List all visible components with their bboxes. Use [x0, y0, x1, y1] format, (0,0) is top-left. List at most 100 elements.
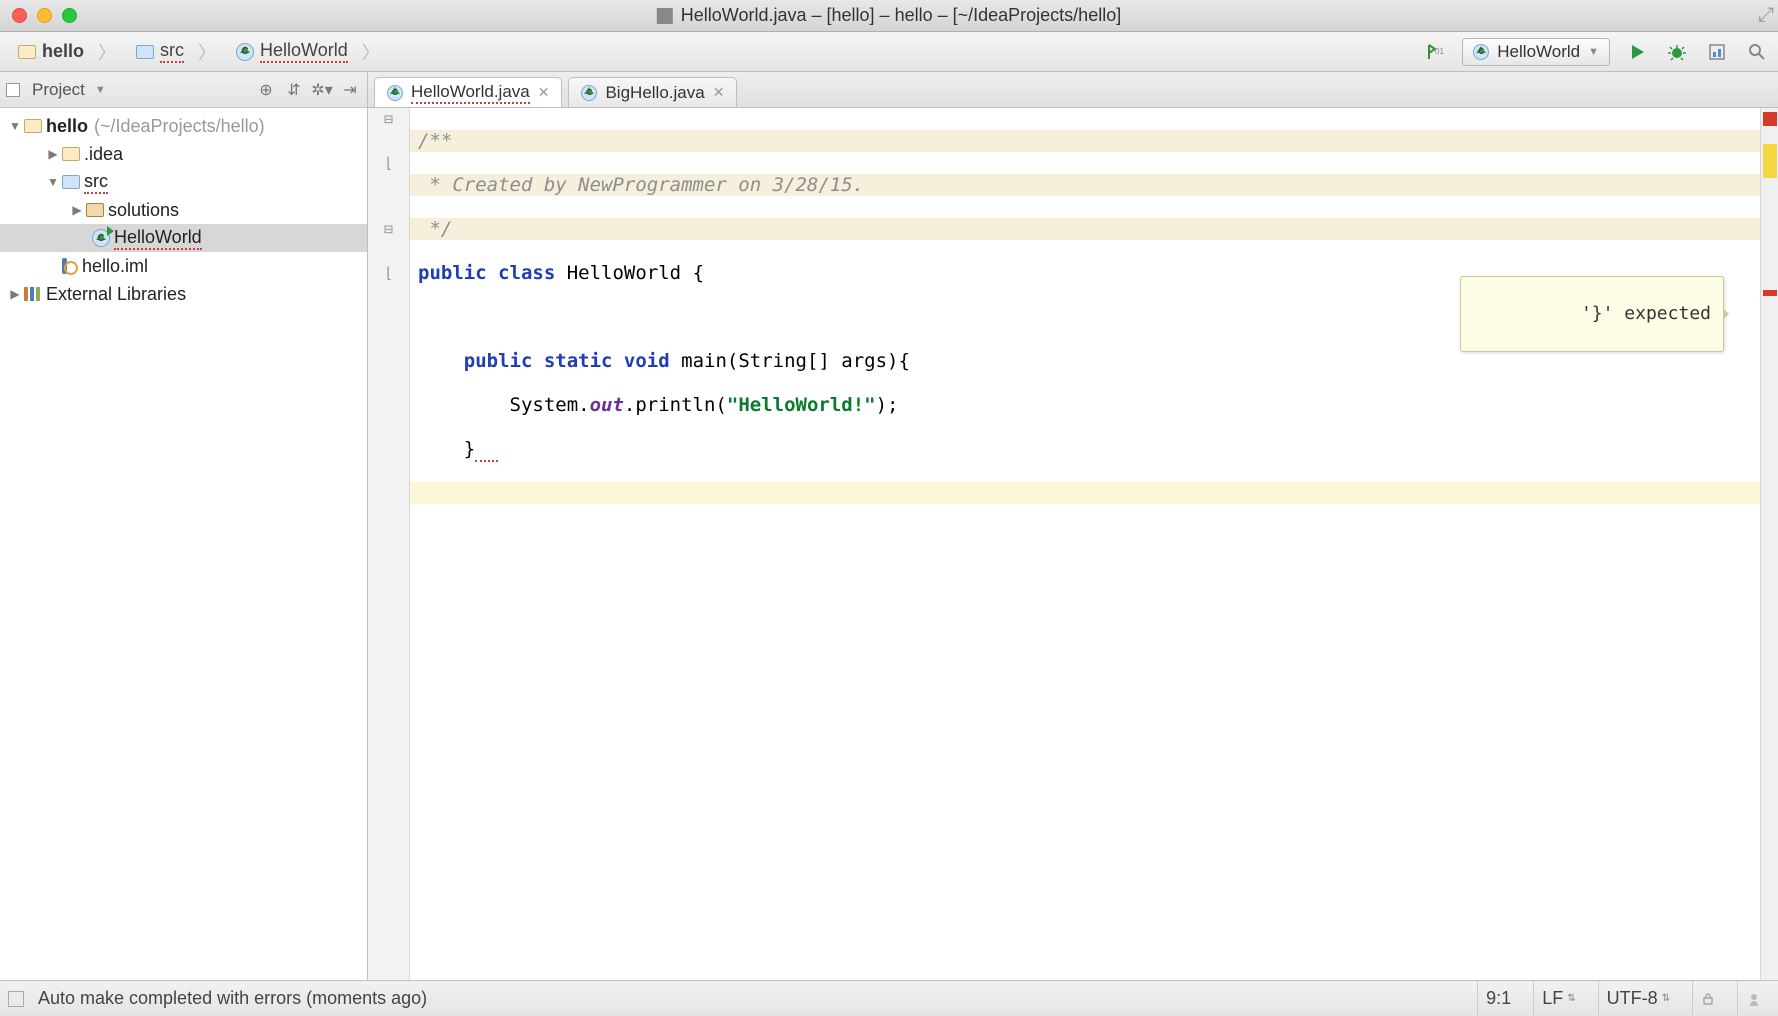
- code-text: .println(: [624, 394, 727, 416]
- tab-label: BigHello.java: [605, 83, 704, 103]
- breadcrumb-label: src: [160, 40, 184, 63]
- encoding-selector[interactable]: UTF-8⇅: [1598, 981, 1678, 1016]
- fold-toggle-icon[interactable]: ⊟: [368, 220, 409, 238]
- expand-toggle-icon[interactable]: ▶: [6, 287, 24, 301]
- breadcrumb-label: hello: [42, 41, 84, 62]
- error-tooltip: '}' expected: [1460, 276, 1724, 352]
- chevron-down-icon[interactable]: ▼: [95, 84, 106, 96]
- warning-marker[interactable]: [1763, 144, 1777, 178]
- project-tool-header: Project ▼ ⊕ ⇵ ✲▾ ⇥: [0, 72, 367, 108]
- run-configuration-selector[interactable]: C HelloWorld ▼: [1462, 38, 1610, 66]
- code-keyword: public static void: [464, 350, 670, 372]
- tree-solutions-folder[interactable]: ▶ solutions: [0, 196, 367, 224]
- code-text: /**: [418, 130, 452, 152]
- minimize-window-button[interactable]: [37, 8, 52, 23]
- code-brace: }: [464, 438, 475, 460]
- breadcrumb-class[interactable]: C HelloWorld: [226, 39, 390, 65]
- expand-toggle-icon[interactable]: ▼: [44, 175, 62, 189]
- breadcrumb-module[interactable]: hello: [8, 39, 126, 65]
- document-icon: [657, 8, 673, 24]
- line-separator-selector[interactable]: LF⇅: [1533, 981, 1583, 1016]
- tree-label: External Libraries: [46, 284, 186, 305]
- project-tree[interactable]: ▼ hello (~/IdeaProjects/hello) ▶ .idea ▼…: [0, 108, 367, 980]
- readonly-toggle-icon[interactable]: [1692, 981, 1723, 1016]
- fold-end-icon[interactable]: ⌊: [368, 264, 409, 282]
- tree-label: hello.iml: [82, 256, 148, 277]
- java-runnable-class-icon: C: [92, 229, 110, 247]
- editor-body: ⊟ ⌊ ⊟ ⌊ /** * Created by NewProgrammer o…: [368, 108, 1778, 980]
- breadcrumb: hello src C HelloWorld: [8, 39, 390, 65]
- status-message: Auto make completed with errors (moments…: [38, 988, 1463, 1009]
- make-project-button[interactable]: 01: [1422, 39, 1448, 65]
- iml-file-icon: [62, 258, 78, 274]
- run-toolbar: 01 C HelloWorld ▼: [1422, 38, 1770, 66]
- main-area: Project ▼ ⊕ ⇵ ✲▾ ⇥ ▼ hello (~/IdeaProjec…: [0, 72, 1778, 980]
- code-keyword: public class: [418, 262, 555, 284]
- package-icon: [86, 203, 104, 217]
- search-everywhere-button[interactable]: [1744, 39, 1770, 65]
- fold-toggle-icon[interactable]: ⊟: [368, 110, 409, 128]
- settings-gear-icon[interactable]: ✲▾: [311, 79, 333, 101]
- editor-tabs: C HelloWorld.java ✕ C BigHello.java ✕: [368, 72, 1778, 108]
- code-field: out: [590, 394, 624, 416]
- navigation-toolbar: hello src C HelloWorld 01 C HelloWorld ▼: [0, 32, 1778, 72]
- tree-iml-file[interactable]: ▶ hello.iml: [0, 252, 367, 280]
- expand-toggle-icon[interactable]: ▼: [6, 119, 24, 133]
- code-text: );: [876, 394, 899, 416]
- run-config-label: HelloWorld: [1497, 42, 1580, 62]
- close-window-button[interactable]: [12, 8, 27, 23]
- hector-inspector-icon[interactable]: [1737, 981, 1770, 1016]
- module-icon: [18, 45, 36, 59]
- expand-toggle-icon[interactable]: ▶: [68, 203, 86, 217]
- close-tab-icon[interactable]: ✕: [713, 84, 725, 101]
- java-class-icon: C: [387, 85, 403, 101]
- tool-window-toggle-icon[interactable]: [8, 991, 24, 1007]
- tooltip-text: '}' expected: [1581, 303, 1711, 324]
- error-stripe[interactable]: [1760, 108, 1778, 980]
- debug-button[interactable]: [1664, 39, 1690, 65]
- code-string: "HelloWorld!": [727, 394, 876, 416]
- tree-module-root[interactable]: ▼ hello (~/IdeaProjects/hello): [0, 112, 367, 140]
- scroll-from-source-button[interactable]: ⊕: [255, 79, 277, 101]
- tab-helloworld[interactable]: C HelloWorld.java ✕: [374, 77, 562, 107]
- status-bar: Auto make completed with errors (moments…: [0, 980, 1778, 1016]
- expand-toggle-icon[interactable]: ▶: [44, 147, 62, 161]
- tab-bighello[interactable]: C BigHello.java ✕: [568, 77, 737, 107]
- error-marker[interactable]: [1763, 290, 1777, 296]
- module-icon: [24, 119, 42, 133]
- folder-icon: [136, 45, 154, 59]
- chevron-down-icon: ▼: [1588, 46, 1599, 58]
- code-text: (String[] args){: [727, 350, 910, 372]
- tree-class-file[interactable]: C HelloWorld: [0, 224, 367, 252]
- close-tab-icon[interactable]: ✕: [538, 84, 550, 101]
- tree-label: .idea: [84, 144, 123, 165]
- cursor-line: [410, 482, 1760, 504]
- project-tool-window: Project ▼ ⊕ ⇵ ✲▾ ⇥ ▼ hello (~/IdeaProjec…: [0, 72, 368, 980]
- source-folder-icon: [62, 175, 80, 189]
- fullscreen-icon[interactable]: ⤢: [1758, 4, 1774, 27]
- editor-gutter[interactable]: ⊟ ⌊ ⊟ ⌊: [368, 108, 410, 980]
- tab-label: HelloWorld.java: [411, 82, 530, 104]
- hide-tool-window-button[interactable]: ⇥: [339, 79, 361, 101]
- fold-end-icon[interactable]: ⌊: [368, 154, 409, 172]
- window-title: HelloWorld.java – [hello] – hello – [~/I…: [657, 5, 1121, 26]
- breadcrumb-folder[interactable]: src: [126, 39, 226, 65]
- java-class-icon: C: [236, 43, 254, 61]
- tree-src-folder[interactable]: ▼ src: [0, 168, 367, 196]
- analysis-status-icon[interactable]: [1763, 112, 1777, 126]
- zoom-window-button[interactable]: [62, 8, 77, 23]
- tree-label: src: [84, 171, 108, 194]
- tree-label: hello: [46, 116, 88, 137]
- tree-path: (~/IdeaProjects/hello): [94, 116, 265, 137]
- project-tool-title[interactable]: Project: [32, 80, 85, 100]
- tree-external-libraries[interactable]: ▶ External Libraries: [0, 280, 367, 308]
- caret-position[interactable]: 9:1: [1477, 981, 1519, 1016]
- tree-idea-folder[interactable]: ▶ .idea: [0, 140, 367, 168]
- run-button[interactable]: [1624, 39, 1650, 65]
- code-editor[interactable]: /** * Created by NewProgrammer on 3/28/1…: [410, 108, 1760, 980]
- code-text: {: [681, 262, 704, 284]
- code-identifier: main: [681, 350, 727, 372]
- coverage-button[interactable]: [1704, 39, 1730, 65]
- collapse-all-button[interactable]: ⇵: [283, 79, 305, 101]
- config-icon: C: [1473, 44, 1489, 60]
